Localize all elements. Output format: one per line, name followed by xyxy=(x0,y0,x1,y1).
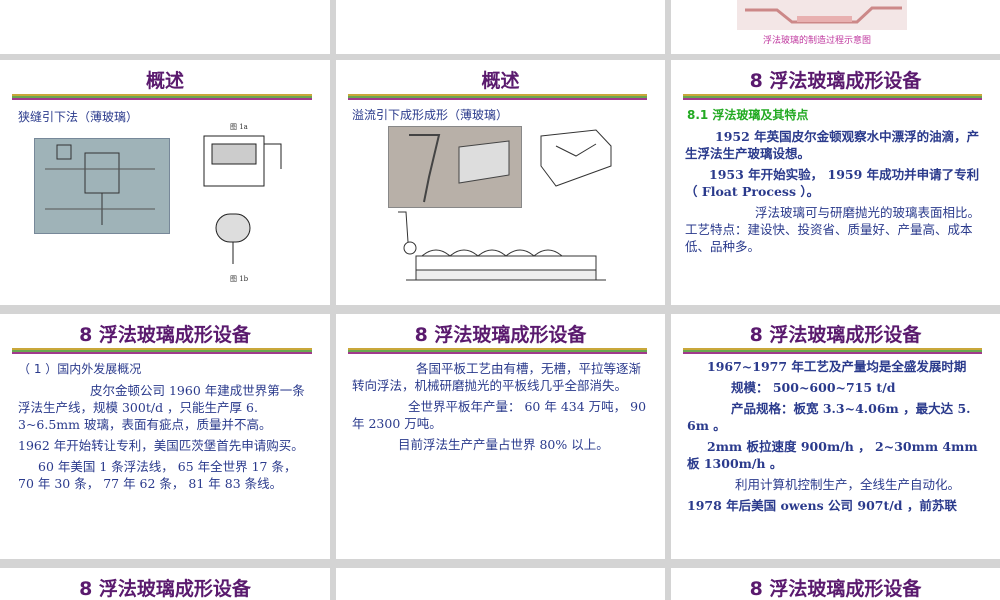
paragraph: 1978 年后美国 owens 公司 907t/d ，前苏联 xyxy=(687,498,957,513)
slide-body: 皮尔金顿公司 1960 年建成世界第一条浮法生产线，规模 300t/d ，只能生… xyxy=(18,382,316,496)
title-underline xyxy=(348,94,647,100)
slide-bottom-middle[interactable] xyxy=(336,568,665,600)
slide-title: 8 浮法玻璃成形设备 xyxy=(79,324,251,346)
paragraph: 产品规格：板宽 3.3~4.06m ，最大达 5. 6m 。 xyxy=(687,401,971,433)
slide-bottom-right[interactable]: 8 浮法玻璃成形设备 xyxy=(671,568,1000,600)
title-underline xyxy=(683,348,982,354)
paragraph: 1952 年英国皮尔金顿观察水中漂浮的油滴，产生浮法生产玻璃设想。 xyxy=(685,129,980,161)
paragraph: 2mm 板拉速度 900m/h ， 2~30mm 4mm 板 1300m/h 。 xyxy=(687,439,978,471)
paragraph: 全世界平板年产量： 60 年 434 万吨， 90 年 2300 万吨。 xyxy=(352,399,647,431)
paragraph: 1962 年开始转让专利，美国匹茨堡首先申请购买。 xyxy=(18,438,304,453)
paragraph: 60 年美国 1 条浮法线， 65 年全世界 17 条， 70 年 30 条， … xyxy=(18,459,297,491)
slide-float-1967-1977[interactable]: 8 浮法玻璃成形设备 1967~1977 年工艺及产量均是全盛发展时期 规模： … xyxy=(671,314,1000,559)
slide-title: 8 浮法玻璃成形设备 xyxy=(79,578,251,600)
slide-top-right[interactable]: 浮法玻璃的制造过程示意图 xyxy=(671,0,1000,54)
paragraph: 各国平板工艺由有槽，无槽，平拉等逐渐转向浮法，机械研磨抛光的平板线几乎全部消失。 xyxy=(352,361,642,393)
slide-subtitle: 溢流引下成形成形（薄玻璃） xyxy=(352,108,509,122)
title-underline xyxy=(683,94,982,100)
paragraph: 浮法玻璃可与研磨抛光的玻璃表面相比。工艺特点：建设快、投资省、质量好、产量高、成… xyxy=(685,205,981,254)
paragraph: 皮尔金顿公司 1960 年建成世界第一条浮法生产线，规模 300t/d ，只能生… xyxy=(18,383,305,432)
figure-label-1a: 图 1a xyxy=(230,123,248,131)
slide-overview-slit[interactable]: 概述 狭缝引下法（薄玻璃） 图 1a 图 1b xyxy=(0,60,330,305)
figure-label-1b: 图 1b xyxy=(230,275,249,283)
slide-title: 概述 xyxy=(145,70,184,92)
paragraph: 规模： 500~600~715 t/d xyxy=(731,380,896,395)
paragraph: 1967~1977 年工艺及产量均是全盛发展时期 xyxy=(707,359,967,374)
title-underline xyxy=(12,348,312,354)
slide-top-middle[interactable] xyxy=(336,0,665,54)
slide-body: 各国平板工艺由有槽，无槽，平拉等逐渐转向浮法，机械研磨抛光的平板线几乎全部消失。… xyxy=(352,360,651,457)
slide-body: 1967~1977 年工艺及产量均是全盛发展时期 规模： 500~600~715… xyxy=(687,358,986,518)
slide-overview-overflow[interactable]: 概述 溢流引下成形成形（薄玻璃） xyxy=(336,60,665,305)
title-underline xyxy=(348,348,647,354)
paragraph: 目前浮法生产产量占世界 80% 以上。 xyxy=(398,437,609,452)
slit-draw-diagram: 图 1a 图 1b xyxy=(186,123,296,284)
slide-subtitle: 狭缝引下法（薄玻璃） xyxy=(18,110,139,124)
slide-title: 8 浮法玻璃成形设备 xyxy=(749,578,922,600)
slide-float-world-output[interactable]: 8 浮法玻璃成形设备 各国平板工艺由有槽，无槽，平拉等逐渐转向浮法，机械研磨抛光… xyxy=(336,314,665,559)
paragraph: 1953 年开始实验， 1959 年成功并申请了专利（ Float Proces… xyxy=(685,167,980,199)
section-heading: （ 1 ）国内外发展概况 xyxy=(18,362,142,376)
slide-title: 概述 xyxy=(481,70,520,92)
slide-bottom-left[interactable]: 8 浮法玻璃成形设备 xyxy=(0,568,330,600)
overflow-trough-diagram xyxy=(536,126,616,196)
float-process-illustration xyxy=(737,0,907,30)
slit-draw-photo xyxy=(34,138,170,234)
slide-top-left[interactable] xyxy=(0,0,330,54)
slide-title: 8 浮法玻璃成形设备 xyxy=(414,324,587,346)
slide-title: 8 浮法玻璃成形设备 xyxy=(749,324,922,346)
slide-float-8-1[interactable]: 8 浮法玻璃成形设备 8.1 浮法玻璃及其特点 1952 年英国皮尔金顿观察水中… xyxy=(671,60,1000,305)
top-caption: 浮法玻璃的制造过程示意图 xyxy=(763,36,872,46)
slide-title: 8 浮法玻璃成形设备 xyxy=(749,70,922,92)
section-heading: 8.1 浮法玻璃及其特点 xyxy=(687,108,809,122)
slide-body: 1952 年英国皮尔金顿观察水中漂浮的油滴，产生浮法生产玻璃设想。 1953 年… xyxy=(685,128,986,259)
overflow-draw-photo xyxy=(388,126,522,208)
title-underline xyxy=(12,94,312,100)
float-bath-diagram xyxy=(376,208,616,296)
paragraph: 利用计算机控制生产，全线生产自动化。 xyxy=(735,477,961,492)
slide-float-development[interactable]: 8 浮法玻璃成形设备 （ 1 ）国内外发展概况 皮尔金顿公司 1960 年建成世… xyxy=(0,314,330,559)
